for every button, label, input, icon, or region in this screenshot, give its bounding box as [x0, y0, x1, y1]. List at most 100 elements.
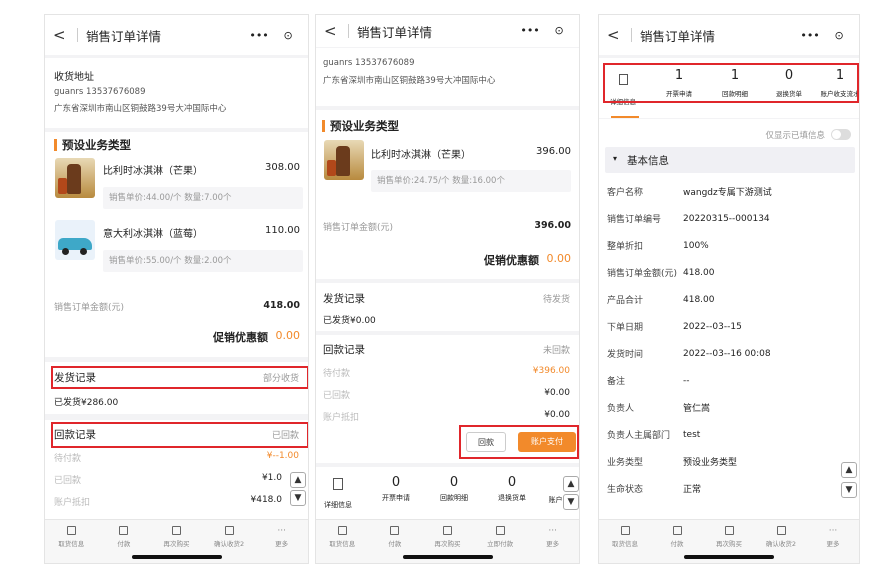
row-key: 备注 [607, 377, 626, 387]
stat-detail[interactable]: 详细信息 [322, 475, 354, 510]
filled-only-label: 仅显示已填信息 [765, 131, 825, 141]
product-price: 308.00 [265, 162, 300, 173]
nav-divider [77, 28, 78, 42]
promo-value: 0.00 [275, 329, 301, 342]
tab-more[interactable]: ··· 更多 [260, 526, 304, 563]
row-key: 销售订单金额(元) [607, 269, 678, 279]
product-price: 396.00 [536, 146, 571, 157]
nav-divider [631, 28, 632, 42]
scroll-down-button[interactable]: ▼ [290, 490, 306, 506]
stat-return[interactable]: 0 退换货单 [492, 475, 532, 503]
info-row: 下单日期 2022--03--15 [599, 313, 859, 340]
row-value: 418.00 [683, 267, 715, 278]
address-card[interactable]: 收货地址 guanrs 13537676089 广东省深圳市南山区铜鼓路39号大… [45, 58, 308, 128]
info-row: 客户名称 wangdz专属下游测试 [599, 178, 859, 205]
shipped-amount: 已发货¥286.00 [54, 398, 119, 408]
screen-order-detail-2: < 销售订单详情 ••• ⊙ guanrs 13537676089 广东省深圳市… [315, 14, 580, 564]
row-value: 预设业务类型 [683, 458, 738, 468]
tab-more[interactable]: ··· 更多 [811, 526, 855, 563]
confirm-icon [776, 526, 786, 535]
tab-more[interactable]: ··· 更多 [531, 526, 575, 563]
scroll-up-button[interactable]: ▲ [563, 476, 579, 492]
more-icon[interactable]: ••• [520, 24, 539, 37]
row-value: 20220315--000134 [683, 213, 770, 224]
shipping-card: 发货记录 待发货 已发货¥0.00 [316, 283, 579, 331]
product-sub: 销售单价:44.00/个 数量:7.00个 [103, 187, 303, 209]
pay-icon [672, 526, 682, 535]
filled-only-toggle[interactable] [831, 129, 851, 140]
offset-value: ¥0.00 [544, 410, 570, 420]
tab-label: 付款 [388, 540, 402, 548]
more-icon[interactable]: ••• [249, 29, 268, 42]
group-title: 基本信息 [627, 155, 669, 167]
capsule-menu: ••• ⊙ [242, 24, 300, 46]
tab-label: 更多 [275, 540, 289, 548]
scroll-down-button[interactable]: ▼ [841, 482, 857, 498]
tab-label: 立即付款 [487, 540, 514, 548]
page-title: 销售订单详情 [86, 28, 162, 44]
more-icon[interactable]: ••• [800, 29, 819, 42]
amount-value: 418.00 [263, 300, 300, 311]
stats-bar: 详细信息 0 开票申请 0 回款明细 0 退换货单 账户收 [316, 467, 579, 523]
row-value[interactable]: wangdz专属下游测试 [683, 185, 772, 198]
row-key: 发货时间 [607, 350, 644, 360]
stat-payment-detail[interactable]: 0 回款明细 [434, 475, 474, 503]
product-thumbnail [55, 220, 95, 260]
row-value: -- [683, 375, 690, 386]
scroll-up-button[interactable]: ▲ [290, 472, 306, 488]
back-button[interactable]: < [607, 26, 629, 44]
scroll-up-button[interactable]: ▲ [841, 462, 857, 478]
stat-invoice[interactable]: 0 开票申请 [376, 475, 416, 503]
tab-pickup[interactable]: 取货信息 [320, 526, 364, 563]
paid-label: 已回款 [54, 476, 82, 486]
row-key: 负责人主属部门 [607, 431, 671, 441]
info-row: 发货时间 2022--03--16 00:08 [599, 340, 859, 367]
amount-label: 销售订单金额(元) [323, 223, 394, 233]
tab-label: 取货信息 [58, 540, 85, 548]
row-value: 正常 [683, 485, 702, 495]
paid-label: 已回款 [323, 391, 351, 401]
payment-title: 回款记录 [323, 344, 365, 356]
address-card[interactable]: guanrs 13537676089 广东省深圳市南山区铜鼓路39号大冲国际中心 [316, 48, 579, 106]
info-row: 负责人 管仁嵩 [599, 394, 859, 421]
info-row: 销售订单编号 20220315--000134 [599, 205, 859, 232]
group-header[interactable]: ▾ 基本信息 [605, 147, 855, 173]
detail-doc-icon [333, 478, 343, 490]
home-indicator [684, 555, 774, 559]
tab-pickup[interactable]: 取货信息 [49, 526, 93, 563]
row-key: 客户名称 [607, 188, 644, 198]
rebuy-icon [171, 526, 181, 535]
info-row: 整单折扣 100% [599, 232, 859, 259]
close-icon[interactable]: ⊙ [283, 29, 292, 42]
tab-pickup[interactable]: 取货信息 [603, 526, 647, 563]
tab-label: 付款 [670, 540, 684, 548]
shipping-status[interactable]: 待发货 [543, 292, 570, 305]
close-icon[interactable]: ⊙ [834, 29, 843, 42]
more-dots-icon: ··· [277, 526, 286, 536]
order-card: 预设业务类型 比利时冰淇淋（芒果） 308.00 销售单价:44.00/个 数量… [45, 132, 308, 357]
tab-label: 再次购买 [434, 540, 461, 548]
product-name[interactable]: 比利时冰淇淋（芒果） [103, 162, 203, 177]
nav-bar: < 销售订单详情 ••• ⊙ [45, 15, 308, 55]
active-tab-indicator [611, 116, 639, 118]
product-name[interactable]: 意大利冰淇淋（蓝莓） [103, 225, 203, 240]
section-title: 预设业务类型 [54, 139, 131, 151]
highlight-box [51, 366, 308, 389]
contact-text: guanrs 13537676089 [323, 58, 415, 68]
product-name[interactable]: 比利时冰淇淋（芒果） [371, 146, 471, 161]
payment-status: 未回款 [542, 346, 570, 356]
address-text: 广东省深圳市南山区铜鼓路39号大冲国际中心 [54, 104, 227, 114]
shipping-title: 发货记录 [323, 293, 365, 305]
row-key: 销售订单编号 [607, 215, 662, 225]
row-value: 2022--03--16 00:08 [683, 348, 771, 359]
scroll-down-button[interactable]: ▼ [563, 494, 579, 510]
tab-label: 取货信息 [612, 540, 638, 548]
rebuy-icon [442, 526, 452, 535]
back-button[interactable]: < [53, 26, 75, 44]
row-key: 下单日期 [607, 323, 644, 333]
close-icon[interactable]: ⊙ [554, 24, 563, 37]
back-button[interactable]: < [324, 22, 346, 40]
row-key: 产品合计 [607, 296, 644, 306]
product-thumbnail [55, 158, 95, 198]
product-sub: 销售单价:55.00/个 数量:2.00个 [103, 250, 303, 272]
